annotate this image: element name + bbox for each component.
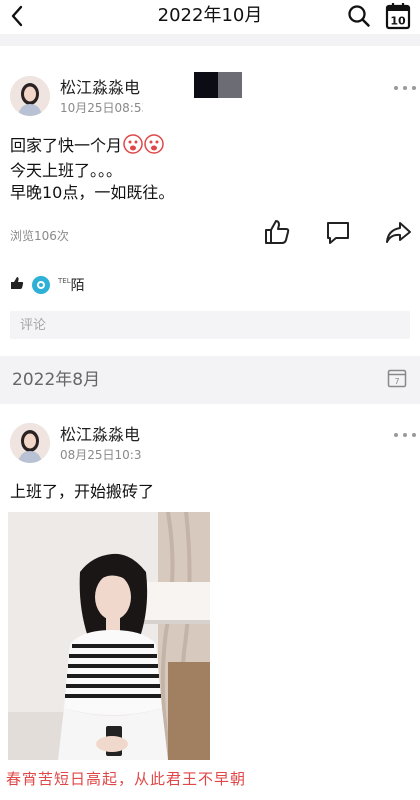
view-count: 浏览106次 [10,229,69,243]
author-name[interactable]: 松江淼淼电 [60,77,140,99]
month-label: 2022年8月 [12,370,101,390]
author-name[interactable]: 松江淼淼电 [60,424,140,446]
post-line: 上班了，开始搬砖了 [10,482,155,501]
thumbs-up-icon[interactable] [263,219,291,245]
privacy-block [194,72,242,98]
post-line: 早晚10点，一如既往。 [10,183,175,202]
share-icon[interactable] [384,220,412,246]
more-options-icon[interactable] [394,429,416,441]
tel-badge: TEL [58,277,71,285]
top-bar: 2022年10月 10 [0,0,420,34]
avatar[interactable] [10,76,50,116]
post-line: 回家了快一个月 [10,134,174,160]
avatar[interactable] [10,423,50,463]
liker-avatar[interactable] [32,276,50,294]
comment-input[interactable] [10,311,410,339]
comment-icon[interactable] [324,220,352,246]
likes-row: TEL 陌 [10,276,85,294]
calendar-icon[interactable]: 10 [385,2,411,30]
liker-name[interactable]: 陌 [71,275,85,295]
more-options-icon[interactable] [394,82,416,94]
post-time: 08月25日10:34 [60,448,150,462]
post-text: 回家了快一个月 今天上班了。。。 早晚10点，一如既往。 [10,134,174,204]
month-header: 2022年8月 [0,356,420,404]
calendar-day: 7 [394,377,399,386]
redaction [142,424,166,464]
post-time: 10月25日08:53 [60,101,150,115]
caption-text: 春宵苦短日高起，从此君王不早朝 [6,770,247,788]
post-text: 上班了，开始搬砖了 [10,481,154,503]
calendar-icon[interactable]: 7 [387,368,407,388]
separator [0,34,420,46]
redaction [143,76,167,116]
tongue-face-emoji [123,134,165,160]
post-line: 今天上班了。。。 [10,161,123,180]
post-photo[interactable] [8,512,210,760]
like-icon [10,276,24,294]
calendar-day: 10 [390,15,406,28]
search-icon[interactable] [346,3,372,29]
